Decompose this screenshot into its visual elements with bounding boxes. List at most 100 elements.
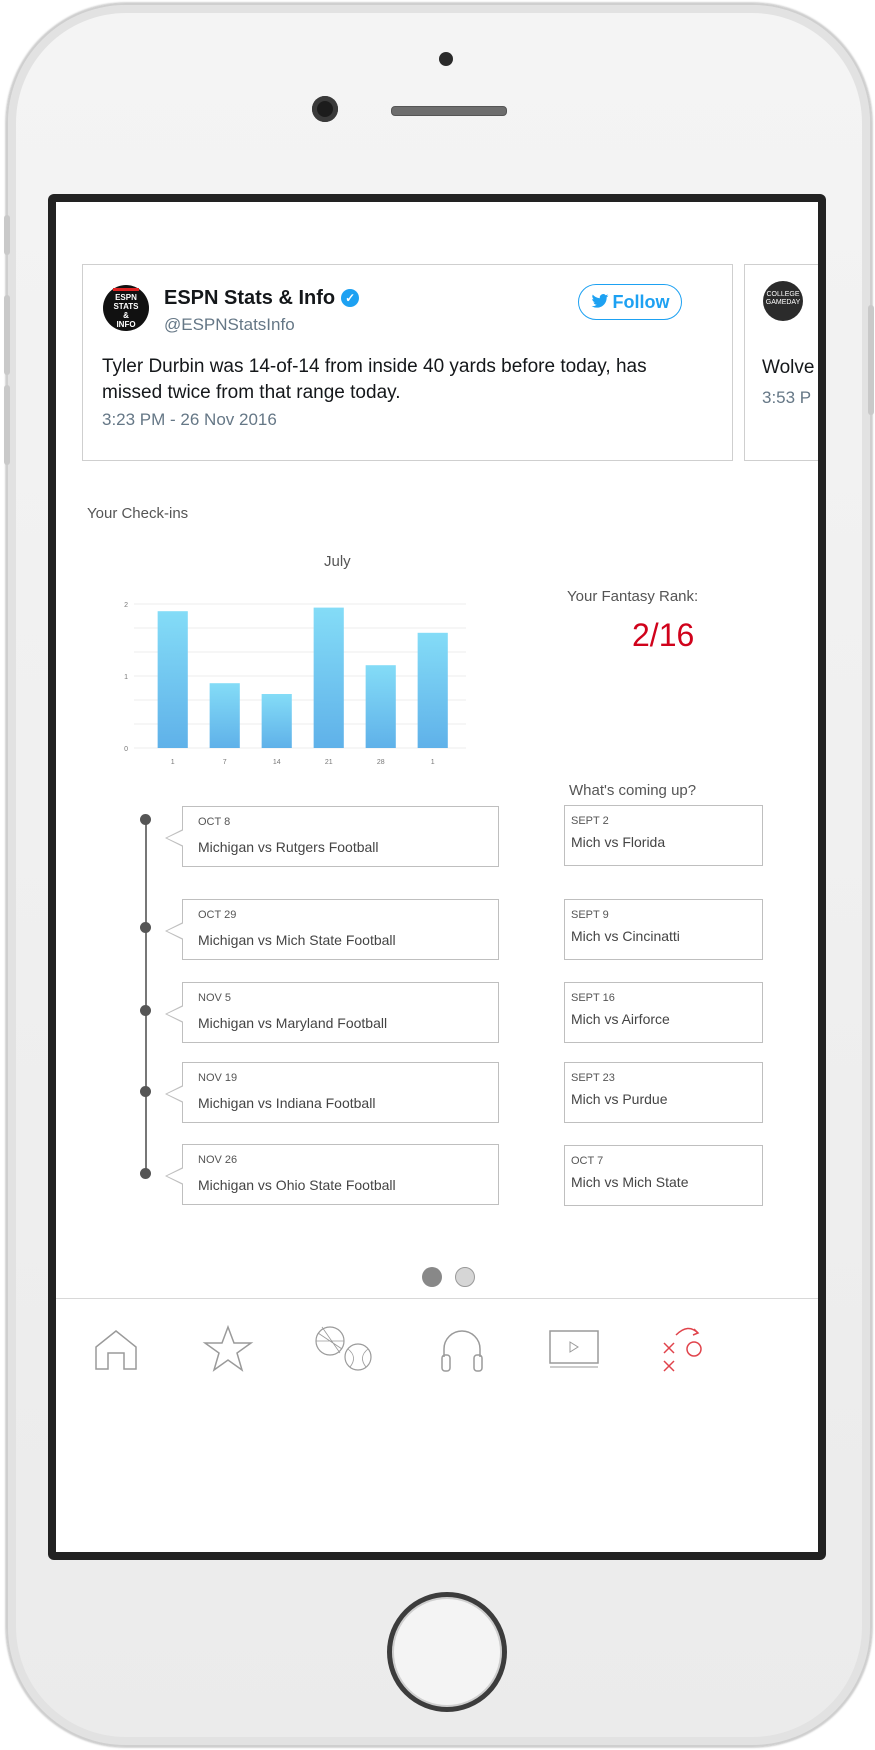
headphones-icon (441, 1330, 483, 1372)
front-camera (312, 96, 338, 122)
follow-label: Follow (612, 292, 670, 312)
x-tick-label: 1 (431, 759, 435, 766)
chart-bar (157, 611, 188, 748)
fantasy-rank-value: 2/16 (632, 617, 695, 653)
history-event-card[interactable]: NOV 5 Michigan vs Maryland Football (165, 982, 499, 1043)
upcoming-heading: What's coming up? (569, 782, 697, 799)
tab-sports[interactable] (312, 1323, 376, 1375)
card-pointer-fill (167, 830, 184, 846)
checkins-heading: Your Check-ins (87, 505, 189, 522)
follow-button[interactable]: Follow (578, 284, 682, 320)
event-date: NOV 5 (198, 992, 232, 1004)
timeline-dot (140, 922, 151, 933)
author-name-text: ESPN Stats & Info (164, 287, 336, 309)
game-date: SEPT 2 (571, 815, 609, 827)
proximity-sensor (439, 52, 453, 66)
sports-balls-icon (315, 1326, 372, 1371)
chart-bar (209, 683, 240, 748)
game-title: Mich vs Florida (571, 834, 666, 850)
volume-down-button (4, 385, 10, 465)
tweet-author-name[interactable]: ESPN Stats & Info ✓ (164, 287, 360, 310)
upcoming-game-card[interactable]: SEPT 9 Mich vs Cincinatti (564, 899, 763, 960)
event-date: OCT 29 (198, 909, 237, 921)
event-date: NOV 26 (198, 1154, 238, 1166)
bottom-tab-bar (56, 1298, 818, 1399)
phone-screen: ESPN STATS & INFO ESPN Stats & Info ✓ @ES… (48, 194, 826, 1560)
event-date: NOV 19 (198, 1072, 238, 1084)
twitter-bird-icon (591, 286, 609, 320)
avatar-logo-text: ESPN (115, 292, 137, 302)
game-date: SEPT 23 (571, 1072, 615, 1084)
x-tick-label: 14 (273, 759, 281, 766)
tweet-card[interactable]: ESPN STATS & INFO ESPN Stats & Info ✓ @ES… (82, 264, 733, 461)
page-indicator-active[interactable] (422, 1267, 442, 1287)
tweet-avatar[interactable]: ESPN STATS & INFO (103, 285, 149, 331)
tab-playbook[interactable] (654, 1323, 710, 1375)
timeline-dot (140, 1168, 151, 1179)
history-event-card[interactable]: NOV 26 Michigan vs Ohio State Football (165, 1144, 499, 1205)
history-event-card[interactable]: OCT 29 Michigan vs Mich State Football (165, 899, 499, 960)
upcoming-game-card[interactable]: SEPT 2 Mich vs Florida (564, 805, 763, 866)
avatar-logo-text: & (123, 310, 129, 320)
event-title: Michigan vs Rutgers Football (198, 839, 379, 855)
chart-bar (417, 632, 448, 748)
card-pointer-fill (167, 1006, 184, 1022)
home-icon (95, 1330, 137, 1370)
x-tick-label: 28 (377, 759, 385, 766)
history-event-card[interactable]: OCT 8 Michigan vs Rutgers Football (165, 806, 499, 867)
playbook-icon (663, 1327, 702, 1372)
event-title: Michigan vs Ohio State Football (198, 1177, 396, 1193)
home-button[interactable] (387, 1592, 507, 1712)
college-gameday-logo: COLLEGE GAMEDAY (763, 281, 803, 321)
timeline-line (145, 819, 147, 1177)
card-pointer-fill (167, 1168, 184, 1184)
game-title: Mich vs Purdue (571, 1091, 668, 1107)
event-title: Michigan vs Mich State Football (198, 932, 396, 948)
fantasy-rank-label: Your Fantasy Rank: (567, 588, 699, 605)
game-date: SEPT 16 (571, 992, 615, 1004)
avatar-logo-text: STATS (113, 301, 139, 311)
app-content: ESPN STATS & INFO ESPN Stats & Info ✓ @ES… (56, 202, 818, 1552)
event-title: Michigan vs Maryland Football (198, 1015, 388, 1031)
timeline-dot (140, 814, 151, 825)
avatar-logo-text: INFO (116, 319, 136, 329)
tweet-card-next[interactable]: COLLEGE GAMEDAY Wolve 3:53 P (744, 264, 818, 461)
earpiece-speaker (391, 106, 507, 116)
tweet-author-handle[interactable]: @ESPNStatsInfo (164, 315, 295, 335)
card-pointer-fill (167, 923, 184, 939)
star-icon (202, 1324, 254, 1372)
game-title: Mich vs Airforce (571, 1011, 670, 1027)
game-date: SEPT 9 (571, 909, 609, 921)
card-pointer-fill (167, 1086, 184, 1102)
tab-home[interactable] (88, 1323, 144, 1375)
y-tick-label: 2 (124, 602, 128, 609)
x-tick-label: 7 (223, 759, 227, 766)
game-title: Mich vs Mich State (571, 1174, 689, 1190)
tab-audio[interactable] (434, 1323, 490, 1375)
upcoming-game-card[interactable]: SEPT 23 Mich vs Purdue (564, 1062, 763, 1123)
upcoming-game-card[interactable]: OCT 7 Mich vs Mich State (564, 1145, 763, 1206)
chart-bar (365, 665, 396, 748)
tab-favorites[interactable] (200, 1323, 256, 1375)
tab-video[interactable] (546, 1323, 602, 1375)
x-tick-label: 21 (325, 759, 333, 766)
history-event-card[interactable]: NOV 19 Michigan vs Indiana Football (165, 1062, 499, 1123)
tweet-timestamp[interactable]: 3:23 PM - 26 Nov 2016 (102, 410, 277, 430)
chart-bar (261, 694, 292, 748)
timeline-dot (140, 1005, 151, 1016)
y-tick-label: 1 (124, 674, 128, 681)
tweet-text-partial: Wolve (762, 357, 815, 378)
verified-badge-icon: ✓ (341, 289, 360, 307)
y-tick-label: 0 (124, 746, 128, 753)
tweet-timestamp-partial: 3:53 P (762, 388, 812, 407)
game-date: OCT 7 (571, 1155, 604, 1167)
x-tick-label: 1 (171, 759, 175, 766)
chart-bar (313, 607, 344, 748)
chart-title: July (324, 553, 351, 570)
checkins-bar-chart: 0121 7 14 21 28 1 (124, 602, 466, 766)
volume-up-button (4, 295, 10, 375)
mute-switch (4, 215, 10, 255)
power-button (868, 305, 874, 415)
upcoming-game-card[interactable]: SEPT 16 Mich vs Airforce (564, 982, 763, 1043)
page-indicator[interactable] (455, 1267, 475, 1287)
